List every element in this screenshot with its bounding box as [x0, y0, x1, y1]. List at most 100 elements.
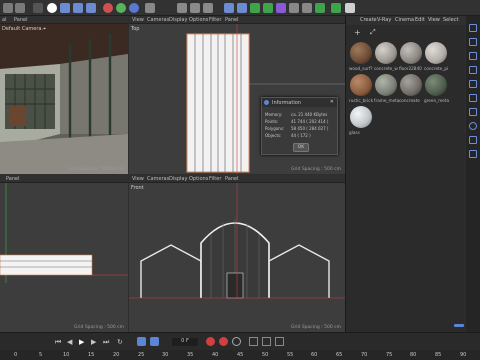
menu-panel[interactable]: Panel — [225, 176, 239, 182]
material-name: green_meta — [424, 98, 450, 103]
scale-icon[interactable] — [73, 3, 83, 13]
material-swatch[interactable] — [350, 42, 372, 64]
motion-icon[interactable] — [249, 337, 258, 346]
menu-filter[interactable]: Filter — [209, 17, 221, 23]
next-key-icon[interactable]: ▶ — [91, 338, 96, 346]
coord-system-icon[interactable] — [145, 3, 155, 13]
deformer-icon[interactable] — [276, 3, 286, 13]
content-browser-icon[interactable] — [469, 80, 477, 88]
menu-filter[interactable]: Filter — [209, 176, 221, 182]
menu-view[interactable]: View — [132, 176, 144, 182]
menu-view[interactable]: View — [132, 17, 144, 23]
record-icon[interactable] — [206, 337, 215, 346]
takes-icon[interactable] — [469, 94, 477, 102]
menu-view[interactable]: View — [428, 17, 440, 23]
menu-options[interactable]: Options — [189, 176, 208, 182]
grid-spacing: Grid Spacing : 500 cm — [290, 325, 341, 330]
autokey-record-icon[interactable] — [219, 337, 228, 346]
plus-icon[interactable]: + — [354, 28, 361, 37]
layers-icon[interactable] — [469, 52, 477, 60]
material-swatch[interactable] — [350, 74, 372, 96]
timeline-ruler[interactable]: 0 5 10 15 20 25 30 35 40 45 50 55 60 65 … — [0, 350, 480, 360]
pen-icon[interactable] — [237, 3, 247, 13]
frame-field[interactable]: 0 F — [172, 338, 198, 346]
material-name: frame_meta — [374, 98, 400, 103]
render-picture-icon[interactable] — [190, 3, 200, 13]
material-swatch[interactable] — [375, 74, 397, 96]
xpresso-icon[interactable] — [469, 108, 477, 116]
globe-icon[interactable] — [469, 122, 477, 130]
material-swatch[interactable] — [350, 106, 372, 128]
material-swatch[interactable] — [400, 42, 422, 64]
render-queue-icon[interactable] — [469, 136, 477, 144]
tick: 5 — [39, 352, 43, 358]
scale-key-icon[interactable] — [262, 337, 271, 346]
rotate-icon[interactable] — [86, 3, 96, 13]
vray-icon[interactable] — [331, 3, 341, 13]
menu-panel[interactable]: Panel — [225, 17, 239, 23]
structure-icon[interactable] — [469, 66, 477, 74]
scrollbar-track[interactable] — [454, 324, 464, 327]
tick: 55 — [287, 352, 294, 358]
asset-icon[interactable] — [469, 150, 477, 158]
camera-icon[interactable] — [302, 3, 312, 13]
menu-edit[interactable]: Edit — [415, 17, 425, 23]
undo-icon[interactable] — [3, 3, 13, 13]
menu-display[interactable]: Display — [169, 176, 187, 182]
objects-icon[interactable] — [469, 24, 477, 32]
move-icon[interactable] — [60, 3, 70, 13]
material-name: floor22840 — [399, 66, 422, 71]
light-icon[interactable] — [315, 3, 325, 13]
menu-vray[interactable]: V-Ray — [377, 17, 391, 23]
tick: 50 — [262, 352, 269, 358]
material-swatch[interactable] — [375, 42, 397, 64]
auto-key-icon[interactable] — [150, 337, 159, 346]
tick: 0 — [14, 352, 18, 358]
select-icon[interactable] — [33, 3, 43, 13]
z-axis-icon[interactable] — [129, 3, 139, 13]
scene-icon[interactable] — [289, 3, 299, 13]
left-viewport[interactable]: Panel Grid Spacing : 500 cm — [0, 175, 128, 332]
menu-create[interactable]: Create — [360, 17, 377, 23]
grid-spacing: Grid Spacing : 500 cm — [290, 167, 341, 172]
material-swatch[interactable] — [425, 74, 447, 96]
redo-icon[interactable] — [15, 3, 25, 13]
pointer-icon[interactable] — [47, 3, 57, 13]
menu-display[interactable]: Display — [169, 17, 187, 23]
menu-panel[interactable]: Panel — [14, 17, 28, 23]
loop-icon[interactable]: ↻ — [117, 338, 123, 346]
material-swatch[interactable] — [425, 42, 447, 64]
select-mode-icon[interactable] — [137, 337, 146, 346]
attributes-icon[interactable] — [469, 38, 477, 46]
go-start-icon[interactable]: ⏮ — [55, 338, 61, 347]
go-end-icon[interactable]: ⏭ — [103, 338, 109, 347]
play-button[interactable]: ▶ — [79, 338, 84, 346]
menu-panel[interactable]: Panel — [6, 176, 20, 182]
perspective-viewport[interactable]: al Panel Default Camera.⌖ Grid Spacing :… — [0, 16, 128, 174]
cube-icon[interactable] — [224, 3, 234, 13]
subdivision-icon[interactable] — [250, 3, 260, 13]
close-icon[interactable]: ✕ — [330, 99, 334, 105]
keyframe-icon[interactable] — [232, 337, 241, 346]
x-axis-icon[interactable] — [103, 3, 113, 13]
prev-key-icon[interactable]: ◀ — [67, 338, 72, 346]
y-axis-icon[interactable] — [116, 3, 126, 13]
menu-display-partial[interactable]: al — [2, 17, 6, 23]
front-viewport[interactable]: View Cameras Display Options Filter Pane… — [129, 175, 345, 332]
perspective-menu-bar: al Panel — [0, 16, 128, 24]
menu-cameras[interactable]: Cameras — [147, 17, 169, 23]
render-view-icon[interactable] — [177, 3, 187, 13]
ok-button[interactable]: OK — [293, 143, 309, 152]
grid-spacing: Grid Spacing : 500 cm — [73, 325, 124, 330]
render-settings-icon[interactable] — [203, 3, 213, 13]
camera-label[interactable]: Default Camera.⌖ — [2, 26, 46, 32]
pin-icon[interactable]: ⤢ — [370, 28, 376, 37]
menu-select[interactable]: Select — [443, 17, 458, 23]
cloner-icon[interactable] — [263, 3, 273, 13]
menu-cameras[interactable]: Cameras — [147, 176, 169, 182]
menu-cinema[interactable]: Cinema — [395, 17, 414, 23]
menu-options[interactable]: Options — [189, 17, 208, 23]
material-swatch[interactable] — [400, 74, 422, 96]
vray-material-icon[interactable] — [345, 3, 355, 13]
rotate-key-icon[interactable] — [275, 337, 284, 346]
